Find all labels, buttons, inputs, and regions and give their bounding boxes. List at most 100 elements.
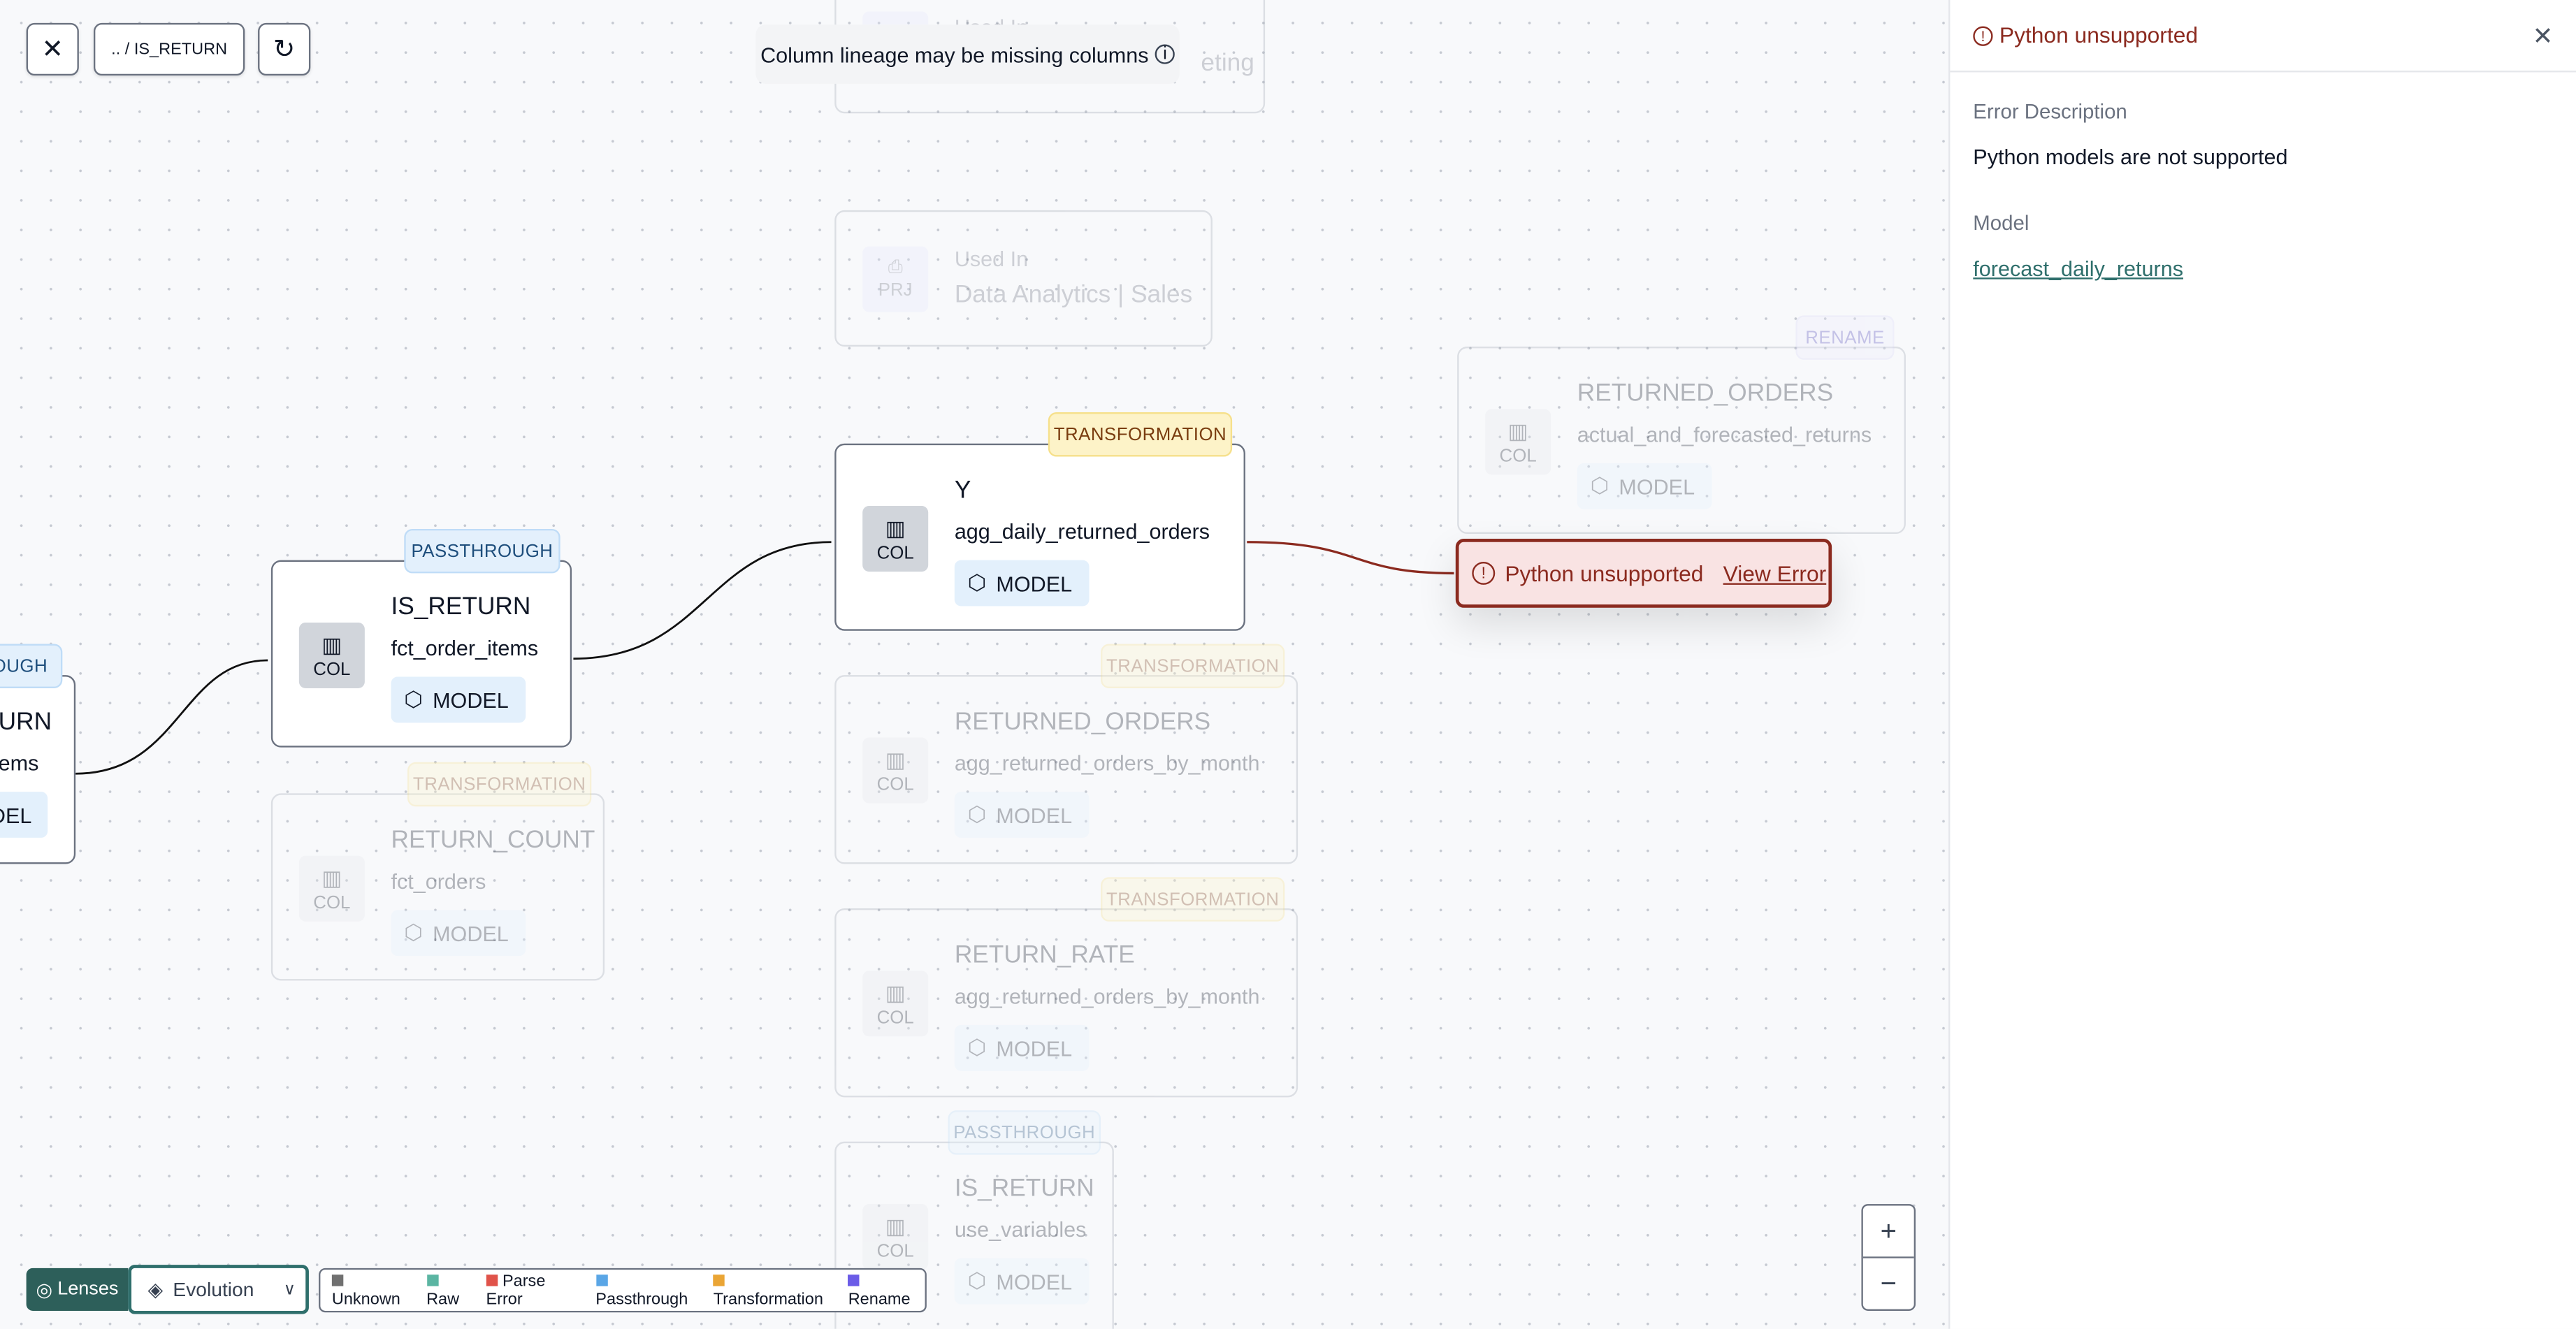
lens-mode-select[interactable]: ◈ Evolution ∨: [128, 1265, 309, 1314]
layers-icon: ◈: [147, 1277, 164, 1301]
legend-swatch: [426, 1274, 438, 1286]
cube-icon: ⬡: [967, 1268, 987, 1293]
badge-return-rate: TRANSFORMATION: [1101, 877, 1285, 922]
breadcrumb[interactable]: .. / IS_RETURN: [93, 22, 245, 76]
zoom-in-button[interactable]: +: [1862, 1205, 1914, 1258]
node-title: IS_RETURN: [954, 1174, 1094, 1203]
model-chip[interactable]: ⬡ MODEL: [954, 1024, 1089, 1071]
badge-returned-orders-month: TRANSFORMATION: [1101, 644, 1285, 688]
badge-is-return-vars: PASSTHROUGH: [948, 1110, 1101, 1155]
model-label: Model: [1973, 212, 2029, 235]
lenses-button[interactable]: ◎ Lenses: [26, 1268, 129, 1311]
edge-error: [1247, 541, 1454, 575]
chevron-down-icon: ∨: [283, 1280, 296, 1299]
node-subtitle: agg_returned_orders_by_month: [954, 984, 1260, 1009]
lens-mode-value: Evolution: [173, 1277, 254, 1301]
node-returned-orders-month[interactable]: ▥ COL RETURNED_ORDERS agg_returned_orders…: [834, 675, 1298, 864]
node-is-return[interactable]: ▥ COL IS_RETURN fct_order_items ⬡ MODEL: [270, 560, 572, 748]
node-used-in[interactable]: ⎙ PRJ Used In Data Analytics | Sales: [834, 210, 1213, 347]
badge-is-return: PASSTHROUGH: [404, 528, 560, 574]
column-icon: ▥ COL: [862, 506, 929, 572]
close-icon: ✕: [41, 36, 64, 64]
node-subtitle: agg_returned_orders_by_month: [954, 750, 1260, 776]
column-icon: ▥ COL: [862, 737, 929, 804]
node-subtitle: fct_order_items: [391, 635, 539, 661]
node-y[interactable]: ▥ COL Y agg_daily_returned_orders ⬡ MODEL: [834, 443, 1245, 631]
column-icon: ▥ COL: [298, 855, 365, 922]
legend-item: Parse Error: [486, 1272, 546, 1309]
error-text: Python unsupported: [1505, 560, 1704, 586]
model-chip[interactable]: ⬡ MODEL: [954, 792, 1089, 838]
legend-swatch: [331, 1274, 344, 1286]
node-subtitle: fct_orders: [391, 869, 486, 894]
aperture-icon: ◎: [36, 1281, 53, 1301]
legend-swatch: [486, 1274, 498, 1286]
legend-item: Raw: [426, 1272, 475, 1308]
model-chip[interactable]: ⬡ MODEL: [391, 910, 526, 957]
model-chip[interactable]: DEL: [0, 792, 48, 838]
error-description-label: Error Description: [1973, 100, 2127, 124]
node-subtitle: agg_daily_returned_orders: [954, 518, 1210, 544]
cube-icon: ⬡: [967, 801, 987, 827]
zoom-out-button[interactable]: −: [1863, 1258, 1914, 1309]
legend-item: Rename: [848, 1272, 925, 1308]
model-chip[interactable]: ⬡ MODEL: [391, 676, 526, 723]
zoom-controls: + −: [1861, 1204, 1916, 1311]
alert-icon: !: [1472, 561, 1496, 585]
cube-icon: ⬡: [404, 686, 424, 711]
node-label: Used In: [954, 246, 1029, 271]
edge: [75, 659, 268, 775]
model-chip[interactable]: ⬡ MODEL: [954, 560, 1089, 607]
cube-icon: ⬡: [967, 569, 987, 595]
notice-text: Column lineage may be missing columns: [760, 41, 1149, 67]
refresh-icon: ↻: [273, 36, 296, 64]
node-return-count[interactable]: ▥ COL RETURN_COUNT fct_orders ⬡ MODEL: [270, 793, 605, 981]
error-panel: ! Python unsupported ✕ Error Description…: [1948, 0, 2576, 1329]
close-icon[interactable]: ✕: [2533, 22, 2554, 51]
info-icon[interactable]: i: [1155, 44, 1175, 64]
node-title: RETURN_RATE: [954, 941, 1135, 969]
lineage-canvas[interactable]: ✕ .. / IS_RETURN ↻ Column lineage may be…: [0, 0, 1949, 1329]
badge-passthrough: OUGH: [0, 644, 63, 688]
node-title: Y: [954, 476, 971, 504]
node-title: URN: [0, 708, 52, 736]
node-title: RETURN_COUNT: [391, 826, 595, 855]
refresh-button[interactable]: ↻: [258, 22, 311, 76]
node-subtitle: actual_and_forecasted_returns: [1577, 422, 1872, 447]
model-link[interactable]: forecast_daily_returns: [1973, 256, 2183, 281]
column-icon: ▥ COL: [1485, 409, 1551, 475]
node-title: RETURNED_ORDERS: [1577, 379, 1834, 407]
badge-return-count: TRANSFORMATION: [407, 762, 592, 807]
node-value: eting: [1201, 49, 1254, 78]
column-icon: ▥ COL: [298, 622, 365, 688]
node-title: RETURNED_ORDERS: [954, 708, 1211, 736]
error-node[interactable]: ! Python unsupported View Error: [1455, 539, 1832, 608]
panel-title: Python unsupported: [1999, 22, 2199, 48]
legend-swatch: [848, 1274, 860, 1286]
badge-y: TRANSFORMATION: [1048, 412, 1233, 457]
error-description-value: Python models are not supported: [1973, 144, 2288, 170]
cube-icon: ⬡: [1590, 473, 1609, 498]
panel-header: ! Python unsupported ✕: [1950, 0, 2576, 73]
node-subtitle: use_variables: [954, 1217, 1087, 1242]
node-returned-orders-rename[interactable]: ▥ COL RETURNED_ORDERS actual_and_forecast…: [1457, 347, 1906, 535]
project-icon: ⎙ PRJ: [862, 246, 929, 312]
node-subtitle: ems: [0, 750, 39, 776]
close-button[interactable]: ✕: [26, 22, 79, 76]
model-chip[interactable]: ⬡ MODEL: [954, 1258, 1089, 1305]
node-upstream-partial[interactable]: URN ems DEL: [0, 675, 76, 864]
legend-swatch: [713, 1274, 725, 1286]
badge-returned-orders-rename: RENAME: [1795, 315, 1895, 360]
edge: [573, 541, 832, 660]
legend-item: Transformation: [713, 1272, 837, 1308]
column-icon: ▥ COL: [862, 1204, 929, 1270]
node-return-rate[interactable]: ▥ COL RETURN_RATE agg_returned_orders_by_…: [834, 908, 1298, 1098]
node-value: Data Analytics | Sales: [954, 280, 1193, 309]
view-error-link[interactable]: View Error: [1723, 561, 1827, 586]
cube-icon: ⬡: [404, 920, 424, 945]
legend-item: Unknown: [331, 1272, 415, 1308]
legend-item: Passthrough: [595, 1272, 702, 1308]
alert-icon: !: [1973, 25, 1993, 45]
legend: Unknown Raw Parse Error Passthrough Transfor…: [319, 1268, 927, 1313]
model-chip[interactable]: ⬡ MODEL: [1577, 463, 1712, 509]
